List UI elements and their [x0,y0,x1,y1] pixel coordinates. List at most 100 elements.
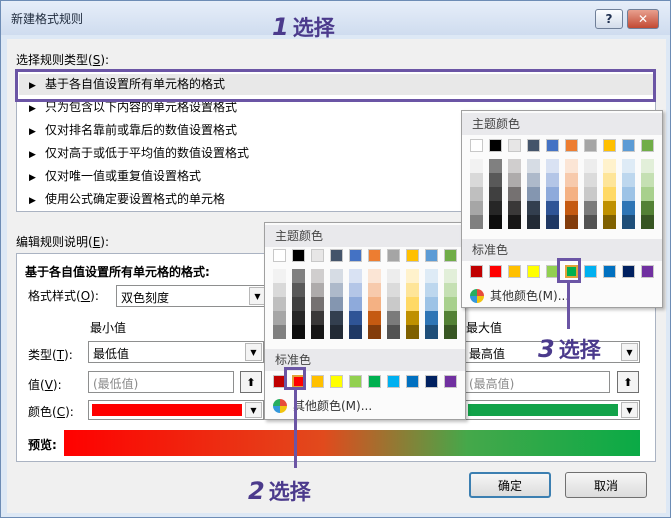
theme-color-swatch[interactable] [641,139,654,152]
standard-color-swatch[interactable] [470,265,483,278]
theme-color-swatch[interactable] [603,139,616,152]
shade-swatch[interactable] [330,297,343,311]
theme-color-swatch[interactable] [349,249,362,262]
ok-button[interactable]: 确定 [469,472,551,498]
shade-swatch[interactable] [292,269,305,283]
min-value-input[interactable]: (最低值) [88,371,234,393]
shade-swatch[interactable] [387,311,400,325]
theme-color-swatch[interactable] [273,249,286,262]
shade-swatch[interactable] [425,325,438,339]
shade-swatch[interactable] [368,297,381,311]
shade-swatch[interactable] [546,173,559,187]
max-value-input[interactable]: (最高值) [464,371,610,393]
standard-color-swatch[interactable] [527,265,540,278]
shade-swatch[interactable] [273,311,286,325]
shade-swatch[interactable] [330,269,343,283]
shade-swatch[interactable] [565,187,578,201]
help-button[interactable]: ? [595,9,623,29]
max-value-range-button[interactable]: ⬆ [617,371,639,393]
standard-color-swatch[interactable] [330,375,343,388]
theme-color-swatch[interactable] [444,249,457,262]
min-type-select[interactable]: 最低值 ▼ [88,341,264,363]
shade-swatch[interactable] [622,201,635,215]
shade-swatch[interactable] [546,159,559,173]
shade-swatch[interactable] [406,311,419,325]
shade-swatch[interactable] [425,269,438,283]
shade-swatch[interactable] [489,159,502,173]
theme-color-swatch[interactable] [622,139,635,152]
shade-swatch[interactable] [527,159,540,173]
shade-swatch[interactable] [641,201,654,215]
shade-swatch[interactable] [527,187,540,201]
theme-color-swatch[interactable] [368,249,381,262]
shade-swatch[interactable] [273,297,286,311]
shade-swatch[interactable] [470,201,483,215]
shade-swatch[interactable] [368,325,381,339]
theme-color-swatch[interactable] [489,139,502,152]
shade-swatch[interactable] [622,159,635,173]
shade-swatch[interactable] [603,201,616,215]
shade-swatch[interactable] [584,215,597,229]
theme-color-swatch[interactable] [311,249,324,262]
shade-swatch[interactable] [311,311,324,325]
standard-color-swatch[interactable] [349,375,362,388]
shade-swatch[interactable] [508,173,521,187]
shade-swatch[interactable] [565,215,578,229]
shade-swatch[interactable] [368,269,381,283]
shade-swatch[interactable] [349,311,362,325]
format-style-select[interactable]: 双色刻度 ▼ [116,285,268,307]
shade-swatch[interactable] [273,269,286,283]
standard-color-swatch[interactable] [508,265,521,278]
shade-swatch[interactable] [349,269,362,283]
shade-swatch[interactable] [489,215,502,229]
shade-swatch[interactable] [527,215,540,229]
shade-swatch[interactable] [406,297,419,311]
standard-color-swatch[interactable] [641,265,654,278]
shade-swatch[interactable] [406,283,419,297]
standard-color-swatch[interactable] [273,375,286,388]
shade-swatch[interactable] [349,283,362,297]
shade-swatch[interactable] [387,297,400,311]
shade-swatch[interactable] [368,283,381,297]
shade-swatch[interactable] [489,173,502,187]
shade-swatch[interactable] [444,311,457,325]
shade-swatch[interactable] [292,311,305,325]
shade-swatch[interactable] [508,159,521,173]
cancel-button[interactable]: 取消 [565,472,647,498]
shade-swatch[interactable] [444,269,457,283]
shade-swatch[interactable] [584,173,597,187]
shade-swatch[interactable] [273,325,286,339]
more-colors-item[interactable]: 其他颜色(M)... [273,397,372,414]
shade-swatch[interactable] [470,215,483,229]
shade-swatch[interactable] [311,325,324,339]
max-color-picker[interactable]: ▼ [464,400,640,420]
standard-color-swatch[interactable] [564,264,579,279]
shade-swatch[interactable] [425,311,438,325]
shade-swatch[interactable] [387,269,400,283]
shade-swatch[interactable] [565,173,578,187]
shade-swatch[interactable] [546,187,559,201]
standard-color-swatch[interactable] [291,374,306,389]
rule-type-item[interactable]: ▶ 基于各自值设置所有单元格的格式 [19,74,653,95]
shade-swatch[interactable] [641,187,654,201]
shade-swatch[interactable] [330,325,343,339]
shade-swatch[interactable] [546,215,559,229]
shade-swatch[interactable] [527,201,540,215]
close-button[interactable]: ✕ [627,9,659,29]
shade-swatch[interactable] [584,187,597,201]
shade-swatch[interactable] [311,269,324,283]
theme-color-swatch[interactable] [565,139,578,152]
shade-swatch[interactable] [641,215,654,229]
shade-swatch[interactable] [508,215,521,229]
shade-swatch[interactable] [489,201,502,215]
theme-color-swatch[interactable] [292,249,305,262]
standard-color-swatch[interactable] [387,375,400,388]
shade-swatch[interactable] [470,173,483,187]
shade-swatch[interactable] [508,187,521,201]
shade-swatch[interactable] [603,187,616,201]
standard-color-swatch[interactable] [603,265,616,278]
shade-swatch[interactable] [470,159,483,173]
shade-swatch[interactable] [368,311,381,325]
standard-color-swatch[interactable] [622,265,635,278]
standard-color-swatch[interactable] [406,375,419,388]
